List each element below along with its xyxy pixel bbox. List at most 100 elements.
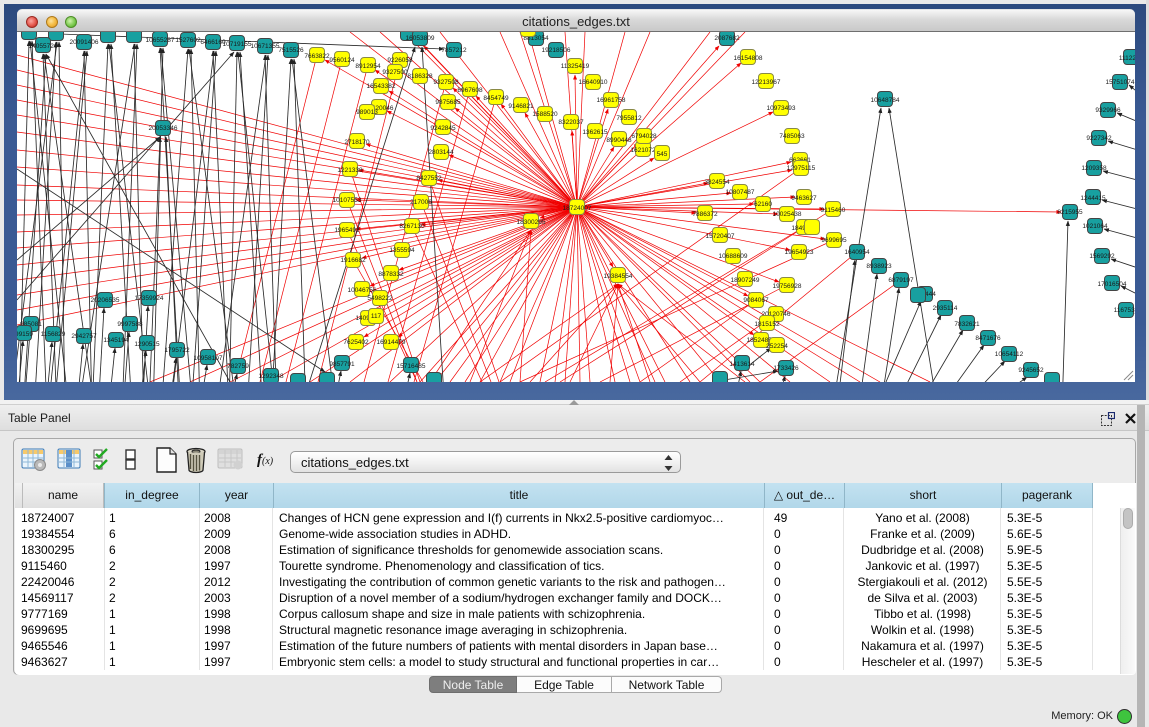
svg-text:1916682: 1916682	[340, 257, 366, 264]
svg-text:12975115: 12975115	[787, 165, 816, 172]
svg-text:1527602: 1527602	[175, 37, 201, 44]
svg-text:1640954: 1640954	[844, 249, 870, 256]
svg-text:10807487: 10807487	[726, 189, 755, 196]
svg-text:1733426: 1733426	[773, 365, 799, 372]
svg-text:17016504: 17016504	[1098, 281, 1127, 288]
svg-text:15751074: 15751074	[1106, 79, 1135, 86]
svg-text:9997588: 9997588	[117, 321, 143, 328]
svg-text:8267130: 8267130	[399, 223, 425, 230]
svg-text:8427552: 8427552	[416, 175, 442, 182]
svg-text:18724007: 18724007	[563, 205, 592, 212]
svg-text:9560124: 9560124	[329, 57, 355, 64]
svg-text:10654112: 10654112	[995, 351, 1024, 358]
svg-text:1167533: 1167533	[1114, 307, 1135, 314]
svg-text:14055721: 14055721	[29, 43, 58, 50]
svg-text:117: 117	[371, 313, 382, 320]
svg-text:1413614: 1413614	[729, 361, 755, 368]
svg-text:9699695: 9699695	[821, 237, 847, 244]
svg-text:10958107: 10958107	[194, 355, 223, 362]
svg-text:1588520: 1588520	[532, 111, 558, 118]
svg-text:1345194: 1345194	[103, 337, 129, 344]
svg-text:1156829: 1156829	[41, 331, 66, 338]
svg-text:1209358: 1209358	[1081, 165, 1107, 172]
svg-text:9463627: 9463627	[791, 195, 817, 202]
svg-text:217006: 217006	[410, 199, 432, 206]
svg-text:20091406: 20091406	[70, 39, 99, 46]
svg-text:10973493: 10973493	[767, 105, 796, 112]
svg-text:10107553: 10107553	[333, 197, 362, 204]
svg-text:8215955: 8215955	[1057, 209, 1083, 216]
svg-text:9329966: 9329966	[1095, 107, 1121, 114]
svg-text:16154808: 16154808	[734, 55, 763, 62]
svg-text:17359924: 17359924	[135, 295, 164, 302]
svg-text:7857212: 7857212	[441, 47, 467, 54]
svg-text:9115460: 9115460	[821, 207, 846, 214]
svg-text:9242845: 9242845	[430, 125, 456, 132]
svg-text:20053346: 20053346	[149, 125, 178, 132]
svg-text:15720407: 15720407	[706, 233, 735, 240]
svg-text:1621072: 1621072	[630, 147, 656, 154]
svg-text:2935114: 2935114	[933, 305, 958, 312]
svg-text:10648784: 10648784	[871, 97, 900, 104]
svg-text:989013: 989013	[356, 109, 378, 116]
svg-text:19654923: 19654923	[785, 249, 814, 256]
svg-text:62160: 62160	[754, 201, 772, 208]
svg-text:7485063: 7485063	[779, 133, 805, 140]
svg-text:9327500: 9327500	[382, 69, 408, 76]
svg-text:10719155: 10719155	[223, 41, 252, 48]
svg-text:252254: 252254	[766, 343, 788, 350]
svg-text:9146821: 9146821	[508, 103, 534, 110]
svg-text:1112223: 1112223	[1119, 55, 1135, 62]
svg-text:1221338: 1221338	[337, 167, 363, 174]
svg-text:9227342: 9227342	[1086, 135, 1112, 142]
svg-text:9857791: 9857791	[329, 361, 355, 368]
svg-text:9226058: 9226058	[387, 57, 413, 64]
svg-text:782759: 782759	[227, 363, 249, 370]
svg-text:7832621: 7832621	[954, 321, 980, 328]
svg-text:6879197: 6879197	[888, 277, 914, 284]
svg-text:20206535: 20206535	[91, 297, 120, 304]
svg-text:5498222: 5498222	[367, 295, 393, 302]
svg-text:1355594: 1355594	[389, 247, 415, 254]
svg-text:16543382: 16543382	[367, 83, 396, 90]
svg-text:1292348: 1292348	[258, 373, 284, 380]
svg-text:19756928: 19756928	[773, 283, 802, 290]
svg-text:8878332: 8878332	[378, 271, 404, 278]
svg-text:19218506: 19218506	[542, 47, 571, 54]
svg-text:16053809: 16053809	[406, 35, 435, 42]
svg-text:2718170: 2718170	[344, 139, 370, 146]
svg-text:7625402: 7625402	[343, 339, 369, 346]
svg-text:9327508: 9327508	[433, 79, 459, 86]
svg-text:2803144: 2803144	[428, 149, 454, 156]
svg-text:8912954: 8912954	[355, 63, 381, 70]
svg-text:18300295: 18300295	[517, 219, 546, 226]
svg-text:9084067: 9084067	[743, 297, 769, 304]
svg-text:8454749: 8454749	[483, 95, 509, 102]
svg-text:10688609: 10688609	[719, 253, 748, 260]
svg-text:1244415: 1244415	[1080, 195, 1106, 202]
svg-text:2942757: 2942757	[71, 333, 97, 340]
svg-text:9245652: 9245652	[1018, 367, 1044, 374]
svg-text:12213967: 12213967	[752, 79, 781, 86]
svg-text:7663822: 7663822	[304, 53, 330, 60]
svg-text:18907249: 18907249	[731, 277, 760, 284]
svg-text:1021064: 1021064	[1082, 223, 1108, 230]
svg-text:16914479: 16914479	[377, 339, 406, 346]
svg-text:1362615: 1362615	[582, 129, 608, 136]
svg-text:8938923: 8938923	[866, 263, 892, 270]
svg-text:7955812: 7955812	[616, 115, 642, 122]
svg-text:3824554: 3824554	[704, 179, 730, 186]
svg-text:9875685: 9875685	[435, 99, 461, 106]
svg-text:6794028: 6794028	[631, 133, 657, 140]
svg-text:99159: 99159	[17, 331, 33, 338]
svg-text:1965492: 1965492	[334, 227, 360, 234]
svg-text:10655287: 10655287	[146, 37, 175, 44]
svg-text:2087682: 2087682	[714, 35, 740, 42]
svg-text:8990448: 8990448	[606, 137, 632, 144]
svg-text:1795722: 1795722	[164, 347, 190, 354]
svg-text:10671355: 10671355	[251, 43, 280, 50]
svg-text:19384554: 19384554	[604, 273, 633, 280]
svg-text:7886372: 7886372	[692, 211, 718, 218]
svg-text:1815152: 1815152	[754, 321, 780, 328]
svg-text:1569292: 1569292	[1089, 253, 1115, 260]
